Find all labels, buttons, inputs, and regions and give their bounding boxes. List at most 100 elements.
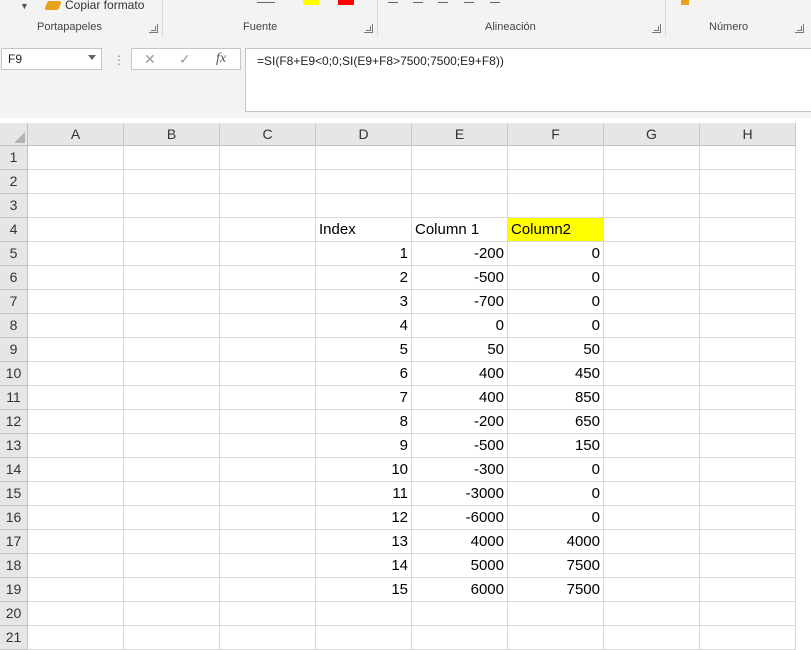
cell[interactable]: [604, 530, 700, 554]
cell[interactable]: [508, 170, 604, 194]
cell[interactable]: [28, 578, 124, 602]
data-cell-e[interactable]: 0: [412, 314, 508, 338]
cell[interactable]: [700, 626, 796, 650]
cell[interactable]: [124, 194, 220, 218]
data-cell-d[interactable]: 8: [316, 410, 412, 434]
cell[interactable]: [124, 626, 220, 650]
data-cell-e[interactable]: -200: [412, 410, 508, 434]
cell[interactable]: [124, 242, 220, 266]
cell[interactable]: [124, 410, 220, 434]
cell[interactable]: [412, 146, 508, 170]
cell[interactable]: [700, 458, 796, 482]
cell[interactable]: [124, 482, 220, 506]
cell[interactable]: [124, 266, 220, 290]
data-cell-e[interactable]: 6000: [412, 578, 508, 602]
cell[interactable]: [220, 578, 316, 602]
cell[interactable]: [700, 386, 796, 410]
cell[interactable]: [604, 266, 700, 290]
row-header[interactable]: 18: [0, 554, 28, 578]
cell[interactable]: [220, 242, 316, 266]
cell[interactable]: [508, 146, 604, 170]
cell[interactable]: [124, 578, 220, 602]
cell[interactable]: [316, 602, 412, 626]
cell[interactable]: [700, 362, 796, 386]
cell[interactable]: [604, 242, 700, 266]
data-cell-d[interactable]: 5: [316, 338, 412, 362]
cell[interactable]: [700, 434, 796, 458]
cell[interactable]: [220, 338, 316, 362]
cell[interactable]: [28, 506, 124, 530]
cell[interactable]: [700, 554, 796, 578]
cell[interactable]: [604, 314, 700, 338]
row-header[interactable]: 8: [0, 314, 28, 338]
cell[interactable]: [700, 506, 796, 530]
data-cell-e[interactable]: -500: [412, 434, 508, 458]
row-header[interactable]: 11: [0, 386, 28, 410]
cell[interactable]: [28, 554, 124, 578]
cell[interactable]: [316, 194, 412, 218]
align-icon[interactable]: [388, 2, 398, 3]
cell[interactable]: [28, 458, 124, 482]
cell[interactable]: [604, 362, 700, 386]
cell[interactable]: [28, 290, 124, 314]
column-header[interactable]: E: [412, 123, 508, 146]
cell[interactable]: [28, 626, 124, 650]
column-header[interactable]: F: [508, 123, 604, 146]
number-launcher-icon[interactable]: [795, 24, 804, 33]
cell[interactable]: [604, 626, 700, 650]
enter-icon[interactable]: ✓: [179, 51, 191, 68]
data-cell-e[interactable]: 400: [412, 386, 508, 410]
data-cell-f[interactable]: 0: [508, 242, 604, 266]
row-header[interactable]: 4: [0, 218, 28, 242]
cell[interactable]: [28, 434, 124, 458]
data-cell-e[interactable]: -6000: [412, 506, 508, 530]
cell[interactable]: [220, 506, 316, 530]
header-cell-e[interactable]: Column 1: [412, 218, 508, 242]
cell[interactable]: [316, 146, 412, 170]
cell[interactable]: [124, 506, 220, 530]
data-cell-d[interactable]: 4: [316, 314, 412, 338]
data-cell-f[interactable]: 7500: [508, 554, 604, 578]
cell[interactable]: [220, 482, 316, 506]
cell[interactable]: [604, 482, 700, 506]
cell[interactable]: [124, 434, 220, 458]
data-cell-f[interactable]: 0: [508, 458, 604, 482]
cell[interactable]: [316, 170, 412, 194]
indent-icon[interactable]: [490, 2, 500, 3]
cell[interactable]: [124, 554, 220, 578]
row-header[interactable]: 1: [0, 146, 28, 170]
cell[interactable]: [700, 482, 796, 506]
cell[interactable]: [124, 290, 220, 314]
row-header[interactable]: 7: [0, 290, 28, 314]
cell[interactable]: [604, 290, 700, 314]
cell[interactable]: [604, 170, 700, 194]
data-cell-d[interactable]: 6: [316, 362, 412, 386]
indent-icon[interactable]: [464, 2, 474, 3]
cell[interactable]: [604, 410, 700, 434]
data-cell-f[interactable]: 150: [508, 434, 604, 458]
row-header[interactable]: 19: [0, 578, 28, 602]
cell[interactable]: [220, 386, 316, 410]
cell[interactable]: [508, 626, 604, 650]
cell[interactable]: [604, 578, 700, 602]
cell[interactable]: [28, 386, 124, 410]
data-cell-f[interactable]: 850: [508, 386, 604, 410]
data-cell-e[interactable]: 400: [412, 362, 508, 386]
cell[interactable]: [604, 434, 700, 458]
cell[interactable]: [28, 362, 124, 386]
cell[interactable]: [604, 458, 700, 482]
cell[interactable]: [604, 554, 700, 578]
data-cell-d[interactable]: 10: [316, 458, 412, 482]
data-cell-d[interactable]: 2: [316, 266, 412, 290]
cell[interactable]: [700, 266, 796, 290]
highlight-color-icon[interactable]: [303, 0, 319, 5]
cell[interactable]: [28, 602, 124, 626]
insert-function-icon[interactable]: fx: [216, 51, 226, 67]
cell[interactable]: [700, 218, 796, 242]
cell[interactable]: [124, 218, 220, 242]
row-header[interactable]: 14: [0, 458, 28, 482]
clipboard-launcher-icon[interactable]: [149, 24, 158, 33]
row-header[interactable]: 12: [0, 410, 28, 434]
cell[interactable]: [700, 242, 796, 266]
column-header[interactable]: A: [28, 123, 124, 146]
